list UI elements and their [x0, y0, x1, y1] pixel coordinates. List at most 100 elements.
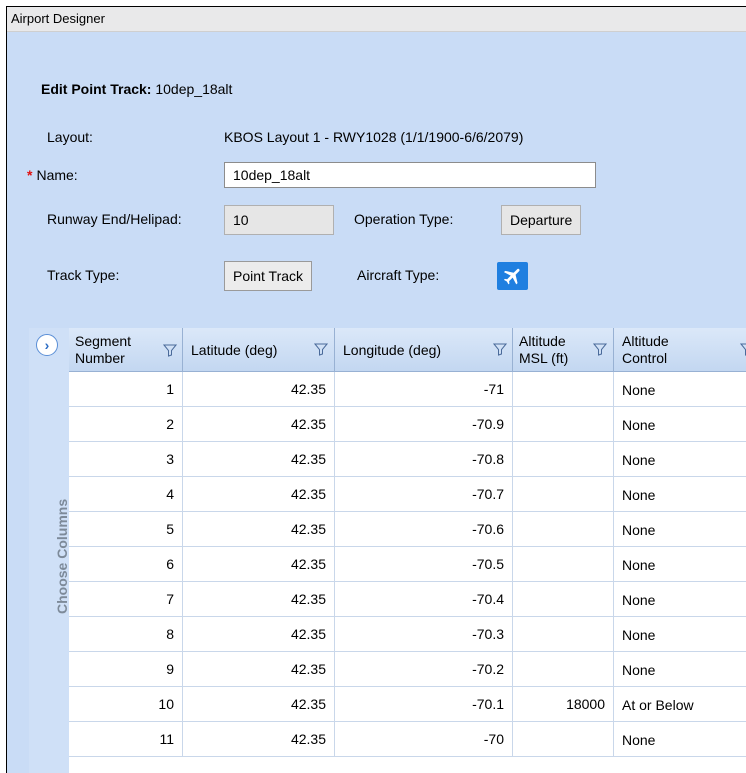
- cell-altitude-control[interactable]: None: [614, 617, 746, 652]
- cell-longitude[interactable]: -70.6: [335, 512, 513, 547]
- table-row[interactable]: 11 42.35 -70 None: [69, 722, 746, 757]
- airport-designer-window: Airport Designer Edit Point Track: 10dep…: [6, 6, 746, 773]
- cell-latitude[interactable]: 42.35: [183, 372, 335, 407]
- track-type-label: Track Type:: [47, 267, 120, 283]
- cell-altitude-msl[interactable]: [513, 617, 614, 652]
- column-header-label: Number: [75, 350, 125, 366]
- cell-altitude-control[interactable]: At or Below: [614, 687, 746, 722]
- cell-segment-number[interactable]: 8: [69, 617, 183, 652]
- column-header-altitude-msl[interactable]: Altitude MSL (ft): [513, 328, 614, 371]
- cell-latitude[interactable]: 42.35: [183, 442, 335, 477]
- operation-type-field: Departure: [501, 205, 582, 235]
- filter-icon[interactable]: [593, 342, 607, 356]
- airplane-icon: [503, 268, 520, 285]
- cell-latitude[interactable]: 42.35: [183, 582, 335, 617]
- cell-segment-number[interactable]: 4: [69, 477, 183, 512]
- operation-type-label: Operation Type:: [354, 211, 454, 227]
- track-type-button[interactable]: Point Track: [224, 261, 313, 291]
- table-row[interactable]: 1 42.35 -71 None: [69, 372, 746, 407]
- cell-latitude[interactable]: 42.35: [183, 477, 335, 512]
- cell-altitude-msl[interactable]: [513, 407, 614, 442]
- cell-altitude-msl[interactable]: 18000: [513, 687, 614, 722]
- table-row[interactable]: 6 42.35 -70.5 None: [69, 547, 746, 582]
- cell-altitude-msl[interactable]: [513, 722, 614, 757]
- cell-segment-number[interactable]: 6: [69, 547, 183, 582]
- layout-value: KBOS Layout 1 - RWY1028 (1/1/1900-6/6/20…: [224, 129, 524, 145]
- table-row[interactable]: 10 42.35 -70.1 18000 At or Below: [69, 687, 746, 722]
- cell-segment-number[interactable]: 2: [69, 407, 183, 442]
- cell-latitude[interactable]: 42.35: [183, 652, 335, 687]
- filter-icon[interactable]: [314, 342, 328, 356]
- runway-end-field: 10: [224, 205, 334, 235]
- cell-altitude-msl[interactable]: [513, 512, 614, 547]
- cell-segment-number[interactable]: 7: [69, 582, 183, 617]
- cell-altitude-control[interactable]: None: [614, 652, 746, 687]
- cell-altitude-control[interactable]: None: [614, 442, 746, 477]
- cell-latitude[interactable]: 42.35: [183, 407, 335, 442]
- cell-latitude[interactable]: 42.35: [183, 512, 335, 547]
- expand-panel-button[interactable]: ›: [36, 334, 58, 356]
- filter-icon[interactable]: [163, 343, 177, 357]
- column-header-label: Longitude (deg): [343, 342, 442, 358]
- cell-longitude[interactable]: -71: [335, 372, 513, 407]
- cell-latitude[interactable]: 42.35: [183, 722, 335, 757]
- cell-segment-number[interactable]: 11: [69, 722, 183, 757]
- cell-altitude-msl[interactable]: [513, 442, 614, 477]
- table-row[interactable]: 9 42.35 -70.2 None: [69, 652, 746, 687]
- filter-icon[interactable]: [493, 342, 507, 356]
- cell-longitude[interactable]: -70.5: [335, 547, 513, 582]
- choose-columns-label[interactable]: Choose Columns: [54, 499, 70, 614]
- cell-altitude-control[interactable]: None: [614, 407, 746, 442]
- column-header-altitude-control[interactable]: Altitude Control: [614, 328, 746, 371]
- table-row[interactable]: 3 42.35 -70.8 None: [69, 442, 746, 477]
- cell-altitude-msl[interactable]: [513, 652, 614, 687]
- name-label-group: * Name:: [27, 167, 78, 183]
- cell-segment-number[interactable]: 1: [69, 372, 183, 407]
- column-header-segment-number[interactable]: Segment Number: [69, 328, 183, 371]
- table-row[interactable]: 2 42.35 -70.9 None: [69, 407, 746, 442]
- cell-longitude[interactable]: -70.7: [335, 477, 513, 512]
- column-header-label: Control: [622, 350, 668, 366]
- aircraft-type-label: Aircraft Type:: [357, 267, 440, 283]
- choose-columns-panel: › Choose Columns: [29, 328, 70, 773]
- cell-latitude[interactable]: 42.35: [183, 617, 335, 652]
- heading-value: 10dep_18alt: [155, 81, 233, 97]
- column-header-latitude[interactable]: Latitude (deg): [183, 328, 335, 371]
- cell-longitude[interactable]: -70.1: [335, 687, 513, 722]
- cell-altitude-msl[interactable]: [513, 372, 614, 407]
- cell-latitude[interactable]: 42.35: [183, 547, 335, 582]
- cell-altitude-msl[interactable]: [513, 582, 614, 617]
- cell-altitude-msl[interactable]: [513, 547, 614, 582]
- table-row[interactable]: 7 42.35 -70.4 None: [69, 582, 746, 617]
- choose-columns-tab[interactable]: Choose Columns: [33, 368, 70, 614]
- cell-altitude-control[interactable]: None: [614, 582, 746, 617]
- table-row[interactable]: 4 42.35 -70.7 None: [69, 477, 746, 512]
- cell-segment-number[interactable]: 3: [69, 442, 183, 477]
- cell-longitude[interactable]: -70.2: [335, 652, 513, 687]
- cell-latitude[interactable]: 42.35: [183, 687, 335, 722]
- cell-segment-number[interactable]: 5: [69, 512, 183, 547]
- cell-longitude[interactable]: -70.3: [335, 617, 513, 652]
- cell-altitude-control[interactable]: None: [614, 512, 746, 547]
- column-header-label: MSL (ft): [519, 350, 569, 366]
- name-input[interactable]: [224, 162, 596, 188]
- aircraft-type-button[interactable]: [497, 262, 528, 290]
- cell-longitude[interactable]: -70: [335, 722, 513, 757]
- layout-label: Layout:: [47, 129, 93, 145]
- table-row[interactable]: 5 42.35 -70.6 None: [69, 512, 746, 547]
- filter-icon[interactable]: [740, 342, 746, 356]
- cell-segment-number[interactable]: 10: [69, 687, 183, 722]
- cell-longitude[interactable]: -70.8: [335, 442, 513, 477]
- cell-altitude-control[interactable]: None: [614, 477, 746, 512]
- cell-longitude[interactable]: -70.9: [335, 407, 513, 442]
- cell-altitude-control[interactable]: None: [614, 372, 746, 407]
- table-row[interactable]: 8 42.35 -70.3 None: [69, 617, 746, 652]
- column-header-longitude[interactable]: Longitude (deg): [335, 328, 513, 371]
- cell-segment-number[interactable]: 9: [69, 652, 183, 687]
- cell-longitude[interactable]: -70.4: [335, 582, 513, 617]
- cell-altitude-msl[interactable]: [513, 477, 614, 512]
- cell-altitude-control[interactable]: None: [614, 547, 746, 582]
- heading-label: Edit Point Track:: [41, 81, 152, 97]
- cell-altitude-control[interactable]: None: [614, 722, 746, 757]
- name-label: Name:: [36, 167, 78, 183]
